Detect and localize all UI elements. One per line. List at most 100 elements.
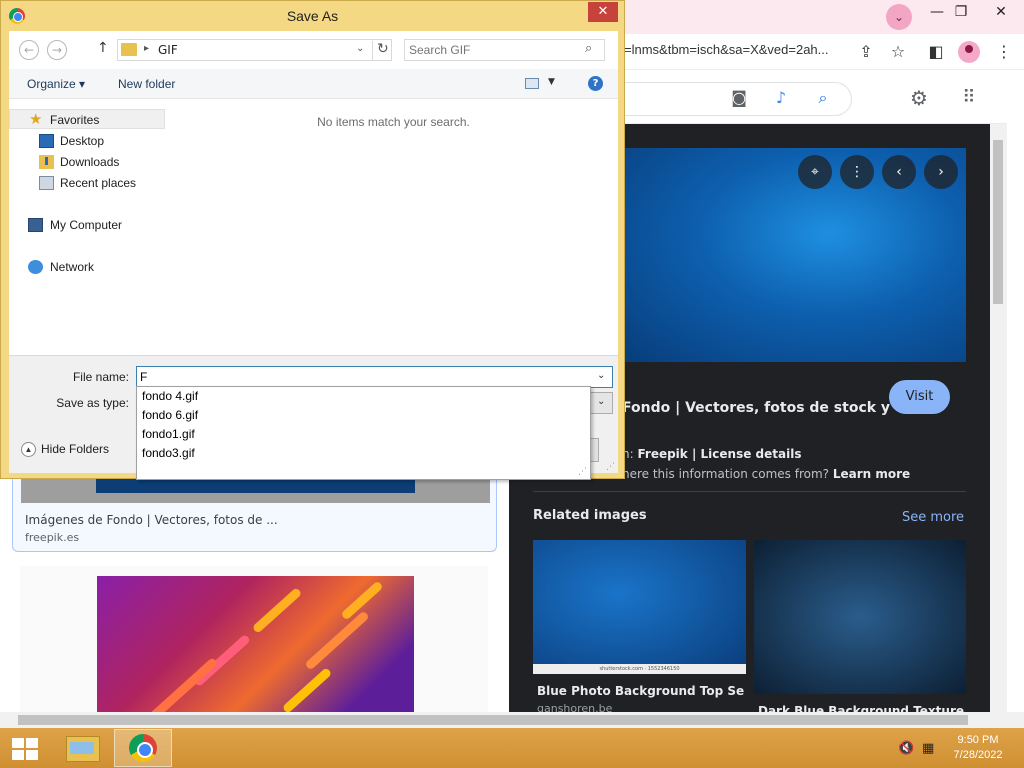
- search-icon[interactable]: ⌕: [585, 41, 592, 56]
- related-image-2[interactable]: [754, 540, 966, 694]
- search-icon[interactable]: ⌕: [812, 87, 834, 109]
- clock-date: 7/28/2022: [953, 749, 1003, 761]
- autocomplete-item[interactable]: fondo1.gif: [142, 427, 195, 441]
- profile-avatar[interactable]: [958, 41, 980, 63]
- related-caption-1[interactable]: Blue Photo Background Top Sellers,...: [537, 684, 745, 698]
- breadcrumb-folder[interactable]: GIF: [158, 43, 178, 57]
- nav-item-my-computer[interactable]: My Computer: [9, 215, 165, 235]
- vertical-scroll-thumb[interactable]: [993, 140, 1003, 304]
- file-name-input[interactable]: [140, 369, 590, 385]
- preview-title[interactable]: Fondo | Vectores, fotos de stock y: [622, 400, 890, 416]
- nav-item-favorites[interactable]: ★ Favorites: [9, 109, 165, 129]
- apps-grid-icon[interactable]: ⠿: [958, 87, 980, 109]
- vertical-scrollbar[interactable]: [990, 124, 1007, 712]
- back-arrow-icon[interactable]: ←: [19, 40, 39, 60]
- chrome-logo-icon: [129, 734, 157, 762]
- file-name-label: File name:: [72, 370, 129, 384]
- omnibox-url[interactable]: =lnms&tbm=isch&sa=X&ved=2ah...: [624, 42, 829, 57]
- lens-search-icon[interactable]: ⌖: [798, 155, 832, 189]
- file-explorer-taskbar-icon[interactable]: [60, 730, 106, 766]
- chrome-taskbar-button[interactable]: [114, 729, 172, 767]
- visit-button[interactable]: Visit: [889, 380, 950, 414]
- share-icon[interactable]: ⇪: [856, 42, 876, 62]
- star-icon: ★: [29, 111, 43, 128]
- address-bar[interactable]: ▸ GIF ⌄ ↻: [117, 39, 392, 61]
- learn-more-link[interactable]: Learn more: [833, 467, 910, 481]
- nav-label: My Computer: [50, 218, 123, 232]
- settings-gear-icon[interactable]: ⚙: [908, 87, 930, 109]
- up-arrow-icon[interactable]: ↑: [97, 40, 109, 56]
- save-type-dropdown-icon[interactable]: ⌄: [597, 396, 605, 407]
- next-icon[interactable]: ›: [924, 155, 958, 189]
- resize-grip-icon[interactable]: ⋰: [606, 462, 615, 472]
- system-clock[interactable]: 9:50 PM 7/28/2022: [948, 733, 1008, 763]
- hide-folders-label: Hide Folders: [41, 442, 110, 456]
- see-more-link[interactable]: See more: [902, 510, 964, 525]
- nav-label: Desktop: [60, 134, 105, 148]
- horizontal-scrollbar[interactable]: [0, 712, 1024, 728]
- file-list-area[interactable]: No items match your search.: [169, 99, 618, 355]
- restore-button[interactable]: ❐: [946, 2, 976, 22]
- bookmark-star-icon[interactable]: ☆: [888, 42, 908, 62]
- result-thumbnail-abstract: [97, 576, 414, 712]
- side-panel-icon[interactable]: ◧: [926, 42, 946, 62]
- change-view-icon[interactable]: [525, 78, 539, 89]
- license-source[interactable]: Freepik: [637, 447, 687, 461]
- nav-label: Network: [50, 260, 95, 274]
- license-details-link[interactable]: License details: [701, 447, 802, 461]
- address-dropdown-icon[interactable]: ⌄: [356, 43, 364, 54]
- view-dropdown-icon[interactable]: ▼: [548, 77, 555, 87]
- file-name-dropdown-icon[interactable]: ⌄: [597, 370, 605, 381]
- windows-taskbar: 🔇 ▦ 9:50 PM 7/28/2022: [0, 728, 1024, 768]
- license-line: n: Freepik | License details: [622, 447, 801, 461]
- organize-button[interactable]: Organize ▾: [27, 77, 85, 91]
- refresh-icon[interactable]: ↻: [372, 41, 389, 61]
- autocomplete-item[interactable]: fondo 6.gif: [142, 408, 198, 422]
- microphone-icon[interactable]: ♪: [770, 87, 792, 109]
- related-image-1[interactable]: shutterstock.com · 1552346150: [533, 540, 746, 674]
- previous-icon[interactable]: ‹: [882, 155, 916, 189]
- volume-muted-icon[interactable]: 🔇: [898, 741, 914, 756]
- autocomplete-resize-grip-icon[interactable]: ⋰: [578, 467, 587, 477]
- info-text: here this information comes from?: [622, 467, 833, 481]
- dialog-title: Save As: [286, 8, 339, 24]
- nav-item-recent-places[interactable]: Recent places: [9, 173, 165, 193]
- hide-folders-button[interactable]: ▲ Hide Folders: [21, 442, 110, 458]
- start-button[interactable]: [12, 738, 38, 760]
- autocomplete-item[interactable]: fondo3.gif: [142, 446, 195, 460]
- nav-item-desktop[interactable]: Desktop: [9, 131, 165, 151]
- autocomplete-item[interactable]: fondo 4.gif: [142, 389, 198, 403]
- chrome-menu-icon[interactable]: ⋮: [994, 42, 1014, 62]
- divider: [533, 491, 966, 492]
- nav-item-downloads[interactable]: Downloads: [9, 152, 165, 172]
- file-name-combobox[interactable]: ⌄: [136, 366, 613, 388]
- dialog-title-bar[interactable]: Save As ✕: [1, 1, 624, 31]
- license-separator: |: [687, 447, 701, 461]
- new-folder-button[interactable]: New folder: [118, 77, 175, 91]
- search-folder-box[interactable]: ⌕: [404, 39, 605, 61]
- search-input[interactable]: [409, 42, 579, 58]
- network-icon: [28, 260, 43, 274]
- nav-item-network[interactable]: Network: [9, 257, 165, 277]
- empty-message: No items match your search.: [317, 115, 470, 129]
- folder-icon: [121, 43, 137, 56]
- more-options-icon[interactable]: ⋮: [840, 155, 874, 189]
- result-card[interactable]: [20, 566, 488, 712]
- preview-image[interactable]: [624, 148, 966, 362]
- file-name-autocomplete-list: fondo 4.gif fondo 6.gif fondo1.gif fondo…: [136, 386, 591, 480]
- breadcrumb-chevron-icon[interactable]: ▸: [144, 43, 149, 54]
- close-window-button[interactable]: ✕: [986, 2, 1016, 22]
- horizontal-scroll-thumb[interactable]: [18, 715, 968, 725]
- tab-search-button[interactable]: ⌄: [886, 4, 912, 30]
- camera-icon[interactable]: ◙: [728, 87, 750, 109]
- network-tray-icon[interactable]: ▦: [922, 741, 934, 756]
- dialog-close-button[interactable]: ✕: [588, 2, 618, 22]
- command-bar: Organize ▾ New folder ▼ ?: [9, 69, 618, 99]
- forward-arrow-icon[interactable]: →: [47, 40, 67, 60]
- help-icon[interactable]: ?: [588, 76, 603, 91]
- result-source: freepik.es: [25, 531, 80, 544]
- nav-label: Downloads: [60, 155, 120, 169]
- recent-places-icon: [39, 176, 54, 190]
- result-caption: Imágenes de Fondo | Vectores, fotos de .…: [25, 513, 278, 527]
- downloads-folder-icon: [39, 155, 54, 169]
